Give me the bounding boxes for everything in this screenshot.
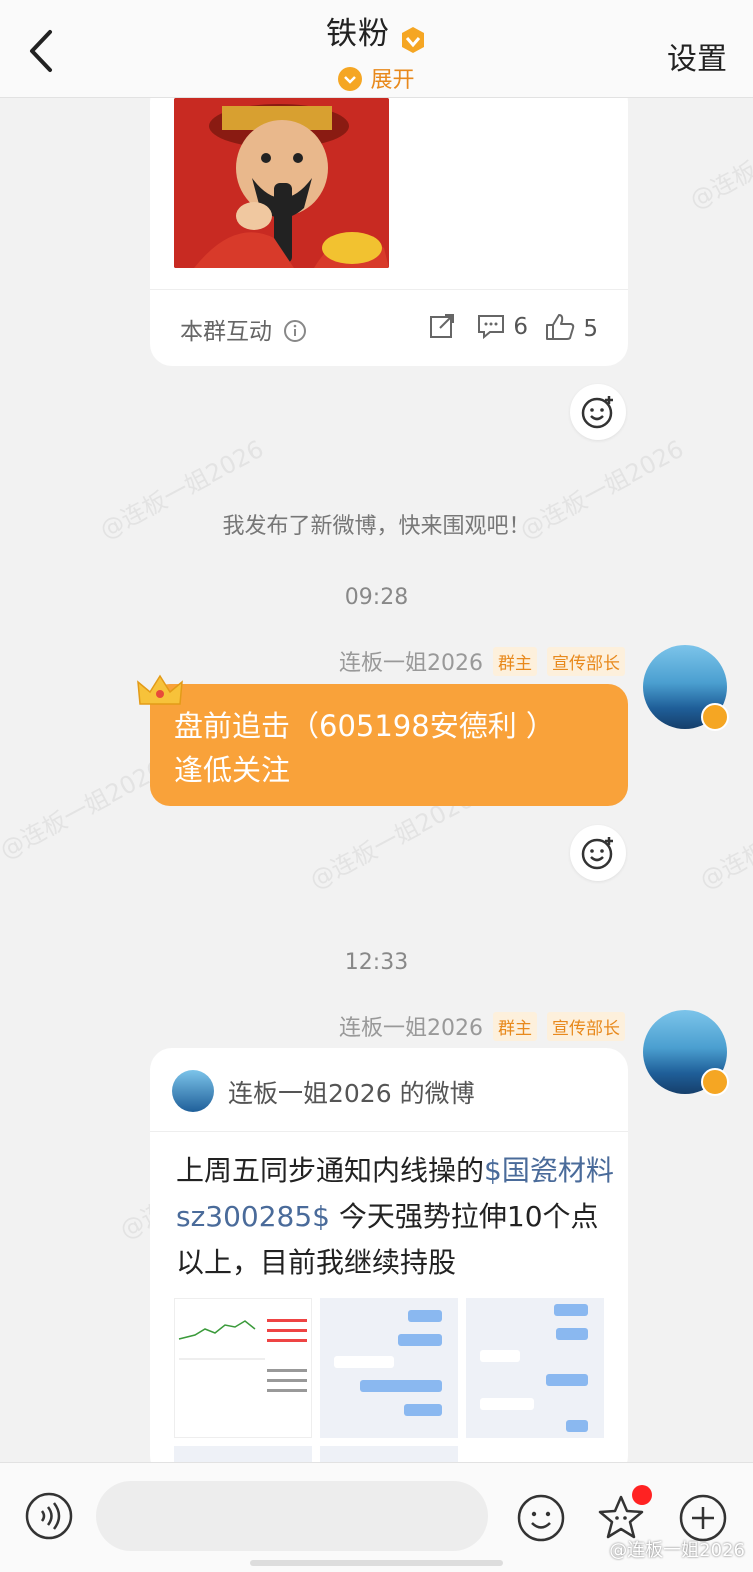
god-of-wealth-image	[174, 98, 389, 268]
expand-label: 展开	[370, 68, 415, 93]
owner-tag: 群主	[493, 646, 537, 676]
group-title: 铁粉	[325, 16, 390, 52]
title-row: 铁粉	[0, 8, 753, 54]
verified-badge-icon	[402, 26, 425, 53]
smile-plus-icon	[581, 837, 613, 870]
voice-icon[interactable]	[24, 1491, 74, 1541]
comment-icon	[478, 315, 504, 340]
add-reaction-button[interactable]	[570, 825, 626, 881]
system-message: 我发布了新微博，快来围观吧！	[222, 514, 531, 539]
avatar[interactable]	[643, 645, 729, 731]
add-reaction-button[interactable]	[570, 384, 626, 440]
card-header: 连板一姐2026 的微博	[150, 1048, 628, 1132]
settings-button[interactable]: 设置	[667, 34, 727, 78]
avatar[interactable]	[643, 1010, 729, 1096]
message-line: 逢低关注	[174, 753, 291, 787]
thumbnail-image[interactable]	[466, 1298, 604, 1438]
interact-label[interactable]: 本群互动	[180, 312, 307, 346]
post-card[interactable]: 本群互动 6 5	[150, 80, 628, 366]
sender-row: 连板一姐2026 群主 宣传部长	[339, 1010, 625, 1042]
sender-row: 连板一姐2026 群主 宣传部长	[339, 645, 625, 677]
thumbnail-image[interactable]	[174, 1298, 312, 1438]
verified-badge-icon	[701, 1068, 729, 1096]
corner-watermark: @连板一姐2026	[609, 1540, 745, 1561]
notification-dot	[632, 1485, 652, 1505]
emoji-icon[interactable]	[516, 1493, 566, 1543]
role-tag: 宣传部长	[547, 646, 625, 676]
chat-thumbnail	[334, 1310, 442, 1416]
comment-count: 6	[513, 314, 528, 340]
card-avatar	[172, 1070, 214, 1112]
like-count: 5	[583, 316, 598, 342]
smile-plus-icon	[581, 396, 613, 429]
message-bubble[interactable]: 盘前追击（605198安德利 ） 逢低关注	[150, 684, 628, 806]
card-divider	[150, 289, 628, 290]
info-icon	[284, 320, 307, 342]
message-input[interactable]	[96, 1481, 488, 1551]
post-body: 上周五同步通知内线操的$国瓷材料 sz300285$ 今天强势拉伸10个点以上，…	[176, 1148, 616, 1286]
owner-tag: 群主	[493, 1011, 537, 1041]
chat-thumbnail	[480, 1304, 588, 1432]
watermark-text: @连板一姐2026	[685, 104, 753, 215]
card-title: 连板一姐2026 的微博	[228, 1079, 475, 1108]
chat-header: 铁粉 展开 设置	[0, 0, 753, 98]
message-line: 盘前追击（605198安德利 ）	[174, 709, 555, 743]
timestamp: 09:28	[344, 585, 409, 610]
comment-button[interactable]: 6	[476, 312, 528, 340]
home-indicator	[250, 1560, 503, 1566]
interact-text: 本群互动	[180, 319, 272, 345]
share-icon[interactable]	[428, 312, 456, 340]
expand-toggle[interactable]: 展开	[0, 62, 753, 94]
post-image[interactable]	[174, 98, 389, 268]
weibo-share-card[interactable]: 连板一姐2026 的微博 上周五同步通知内线操的$国瓷材料 sz300285$ …	[150, 1048, 628, 1478]
watermark-text: @连板一姐2026	[0, 754, 169, 865]
crown-icon	[137, 674, 183, 705]
sender-name: 连板一姐2026	[339, 651, 483, 676]
chevron-down-icon	[338, 67, 363, 91]
thumbs-up-icon	[546, 314, 575, 340]
sender-name: 连板一姐2026	[339, 1016, 483, 1041]
role-tag: 宣传部长	[547, 1011, 625, 1041]
like-button[interactable]: 5	[544, 312, 598, 342]
stock-chart-thumbnail	[178, 1319, 307, 1392]
watermark-text: @连板一姐2026	[695, 784, 753, 895]
thumbnail-image[interactable]	[320, 1298, 458, 1438]
post-text: 上周五同步通知内线操的	[176, 1154, 485, 1187]
timestamp: 12:33	[344, 950, 409, 975]
verified-badge-icon	[701, 703, 729, 731]
